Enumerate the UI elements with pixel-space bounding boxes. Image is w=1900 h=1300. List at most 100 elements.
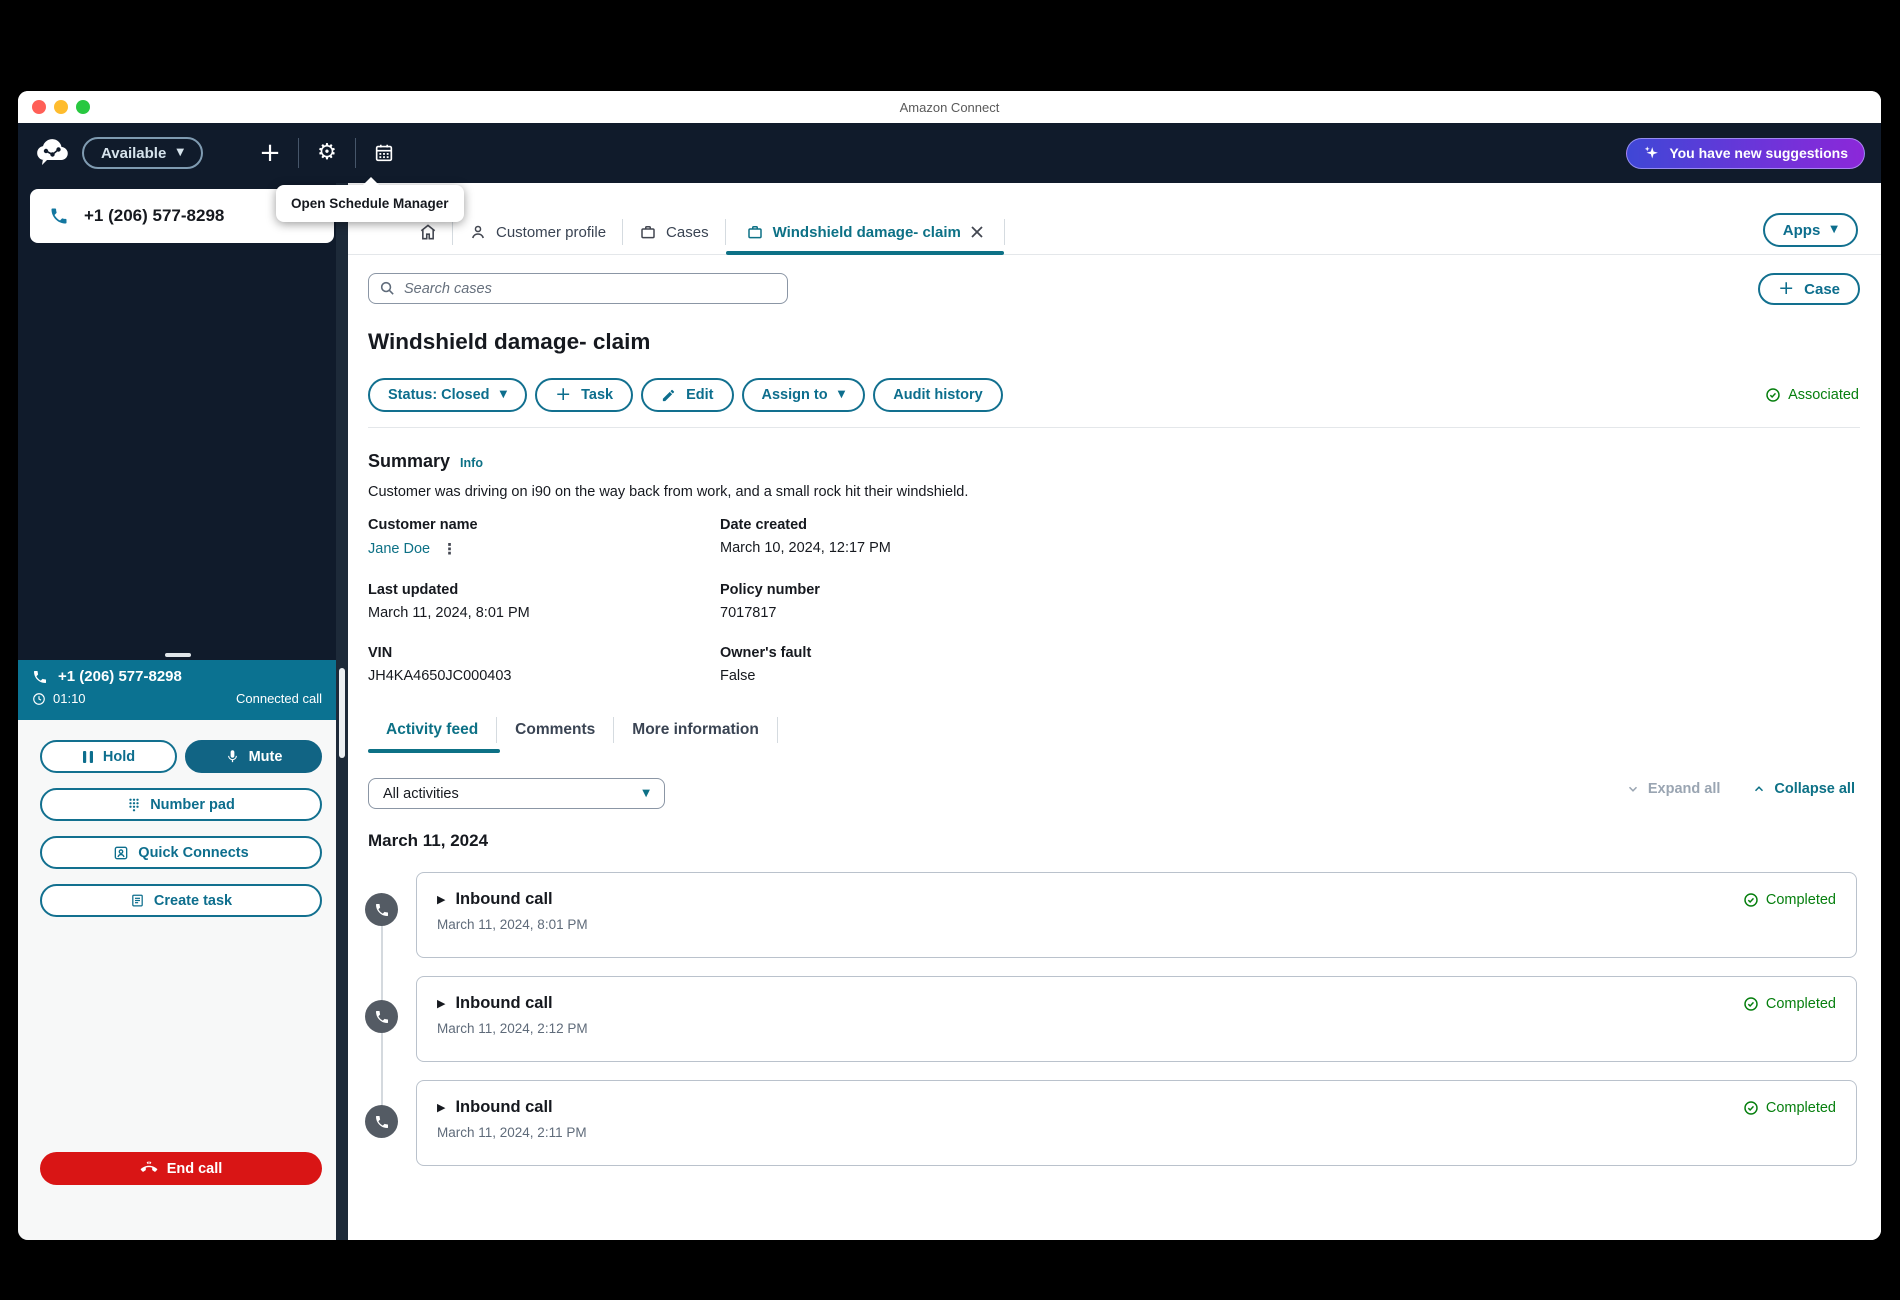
status-badge: Completed: [1743, 1100, 1836, 1116]
softphone-sidebar: +1 (206) 577-8298 +1 (206) 577-8298 01:1: [18, 183, 348, 1240]
audit-label: Audit history: [893, 387, 982, 403]
status-badge: Completed: [1743, 892, 1836, 908]
window-title: Amazon Connect: [900, 100, 1000, 115]
kebab-menu-icon[interactable]: ⋮: [442, 540, 457, 558]
collapse-all-button[interactable]: Collapse all: [1752, 781, 1855, 797]
customer-name-link[interactable]: Jane Doe: [368, 541, 430, 557]
schedule-calendar-button[interactable]: [371, 142, 397, 164]
incoming-number: +1 (206) 577-8298: [84, 206, 224, 226]
case-action-bar: Status: Closed ▼ + Task Edit Assign to ▼: [368, 378, 1003, 412]
microphone-icon: [225, 749, 240, 764]
audit-history-button[interactable]: Audit history: [873, 378, 1002, 412]
field-value: 7017817: [720, 605, 891, 621]
settings-gear-button[interactable]: ⚙: [314, 142, 340, 164]
field-date-created: Date created March 10, 2024, 12:17 PM: [720, 517, 891, 558]
create-case-button[interactable]: + Case: [1758, 273, 1860, 305]
close-window-button[interactable]: [32, 100, 46, 114]
create-task-button[interactable]: Create task: [40, 884, 322, 917]
expand-all-label: Expand all: [1648, 781, 1721, 797]
agent-status-dropdown[interactable]: Available ▼: [82, 137, 203, 169]
search-cases-input[interactable]: [404, 281, 777, 297]
zoom-window-button[interactable]: [76, 100, 90, 114]
activity-expand-toggle[interactable]: ▶ Inbound call: [437, 994, 553, 1013]
activity-title: Inbound call: [455, 890, 552, 909]
assign-to-dropdown-button[interactable]: Assign to ▼: [742, 378, 866, 412]
tab-cases[interactable]: Cases: [623, 210, 725, 254]
expand-all-button[interactable]: Expand all: [1626, 781, 1721, 797]
end-call-button[interactable]: End call: [40, 1152, 322, 1185]
field-value: March 10, 2024, 12:17 PM: [720, 540, 891, 556]
tab-customer-profile[interactable]: Customer profile: [453, 210, 622, 254]
chevron-down-icon: ▼: [838, 390, 846, 400]
activity-timestamp: March 11, 2024, 2:11 PM: [437, 1125, 1836, 1140]
case-search: [368, 273, 788, 304]
call-timeline-icon: [365, 893, 398, 926]
panel-drag-handle[interactable]: [165, 653, 191, 657]
tooltip-text: Open Schedule Manager: [291, 196, 449, 211]
new-suggestions-button[interactable]: You have new suggestions: [1626, 138, 1865, 169]
create-case-label: Case: [1804, 281, 1840, 298]
macos-titlebar: Amazon Connect: [18, 91, 1881, 123]
summary-text: Customer was driving on i90 on the way b…: [368, 484, 968, 500]
field-label: Last updated: [368, 582, 720, 598]
section-divider: [368, 427, 1860, 428]
summary-heading: Summary: [368, 451, 450, 472]
chevron-down-icon: ▼: [642, 789, 650, 799]
status-label: Completed: [1766, 892, 1836, 908]
mute-button[interactable]: Mute: [185, 740, 322, 773]
scrollbar-thumb[interactable]: [339, 668, 345, 758]
hold-button[interactable]: Hold: [40, 740, 177, 773]
navbar-divider: [298, 138, 299, 168]
status-dropdown-button[interactable]: Status: Closed ▼: [368, 378, 527, 412]
contact-card-icon: [113, 845, 129, 861]
briefcase-icon: [639, 223, 657, 241]
chevron-down-icon: ▼: [500, 390, 508, 400]
apps-dropdown-button[interactable]: Apps ▼: [1763, 213, 1858, 247]
number-pad-button[interactable]: Number pad: [40, 788, 322, 821]
briefcase-icon: [746, 223, 764, 241]
status-label: Completed: [1766, 1100, 1836, 1116]
agent-status-label: Available: [101, 145, 166, 162]
top-navbar: Available ▼ + ⚙: [18, 123, 1881, 183]
tab-more-information[interactable]: More information: [614, 721, 777, 739]
chevron-up-icon: [1752, 782, 1766, 796]
activity-expand-toggle[interactable]: ▶ Inbound call: [437, 1098, 553, 1117]
add-task-button[interactable]: + Task: [535, 378, 633, 412]
tab-comments[interactable]: Comments: [497, 721, 613, 739]
status-badge: Completed: [1743, 996, 1836, 1012]
connected-call-header: +1 (206) 577-8298 01:10 Connected call: [18, 660, 336, 720]
sparkle-icon: [1643, 145, 1660, 162]
tab-label: Windshield damage- claim: [773, 224, 961, 241]
number-pad-label: Number pad: [150, 797, 235, 813]
minimize-window-button[interactable]: [54, 100, 68, 114]
workspace-tab-bar: Customer profile Cases Windshield damage…: [348, 210, 1881, 255]
call-timer: 01:10: [53, 691, 86, 706]
field-value: JH4KA4650JC000403: [368, 668, 720, 684]
summary-info-link[interactable]: Info: [460, 456, 483, 470]
tab-activity-feed[interactable]: Activity feed: [368, 721, 496, 739]
tab-windshield-claim[interactable]: Windshield damage- claim: [726, 210, 1004, 254]
quick-connects-button[interactable]: Quick Connects: [40, 836, 322, 869]
app-window: Amazon Connect Available ▼ + ⚙: [18, 91, 1881, 1240]
activity-title: Inbound call: [455, 1098, 552, 1117]
close-tab-icon[interactable]: [970, 225, 984, 239]
new-contact-button[interactable]: +: [257, 140, 283, 166]
active-tab-underline: [368, 749, 500, 753]
field-label: Date created: [720, 517, 891, 533]
person-icon: [469, 223, 487, 241]
tab-label: Customer profile: [496, 224, 606, 241]
activity-expand-toggle[interactable]: ▶ Inbound call: [437, 890, 553, 909]
check-circle-icon: [1743, 892, 1759, 908]
triangle-right-icon: ▶: [437, 1101, 445, 1114]
activity-title: Inbound call: [455, 994, 552, 1013]
case-detail-tabs: Activity feed Comments More information: [368, 711, 778, 749]
tab-label: Cases: [666, 224, 709, 241]
filter-value: All activities: [383, 786, 459, 802]
activity-filter-select[interactable]: All activities ▼: [368, 778, 665, 809]
sidebar-scrollbar[interactable]: [336, 183, 348, 1240]
navbar-divider: [355, 138, 356, 168]
edit-button[interactable]: Edit: [641, 378, 733, 412]
apps-label: Apps: [1783, 222, 1821, 239]
tab-divider: [777, 717, 778, 743]
home-icon: [418, 222, 438, 242]
